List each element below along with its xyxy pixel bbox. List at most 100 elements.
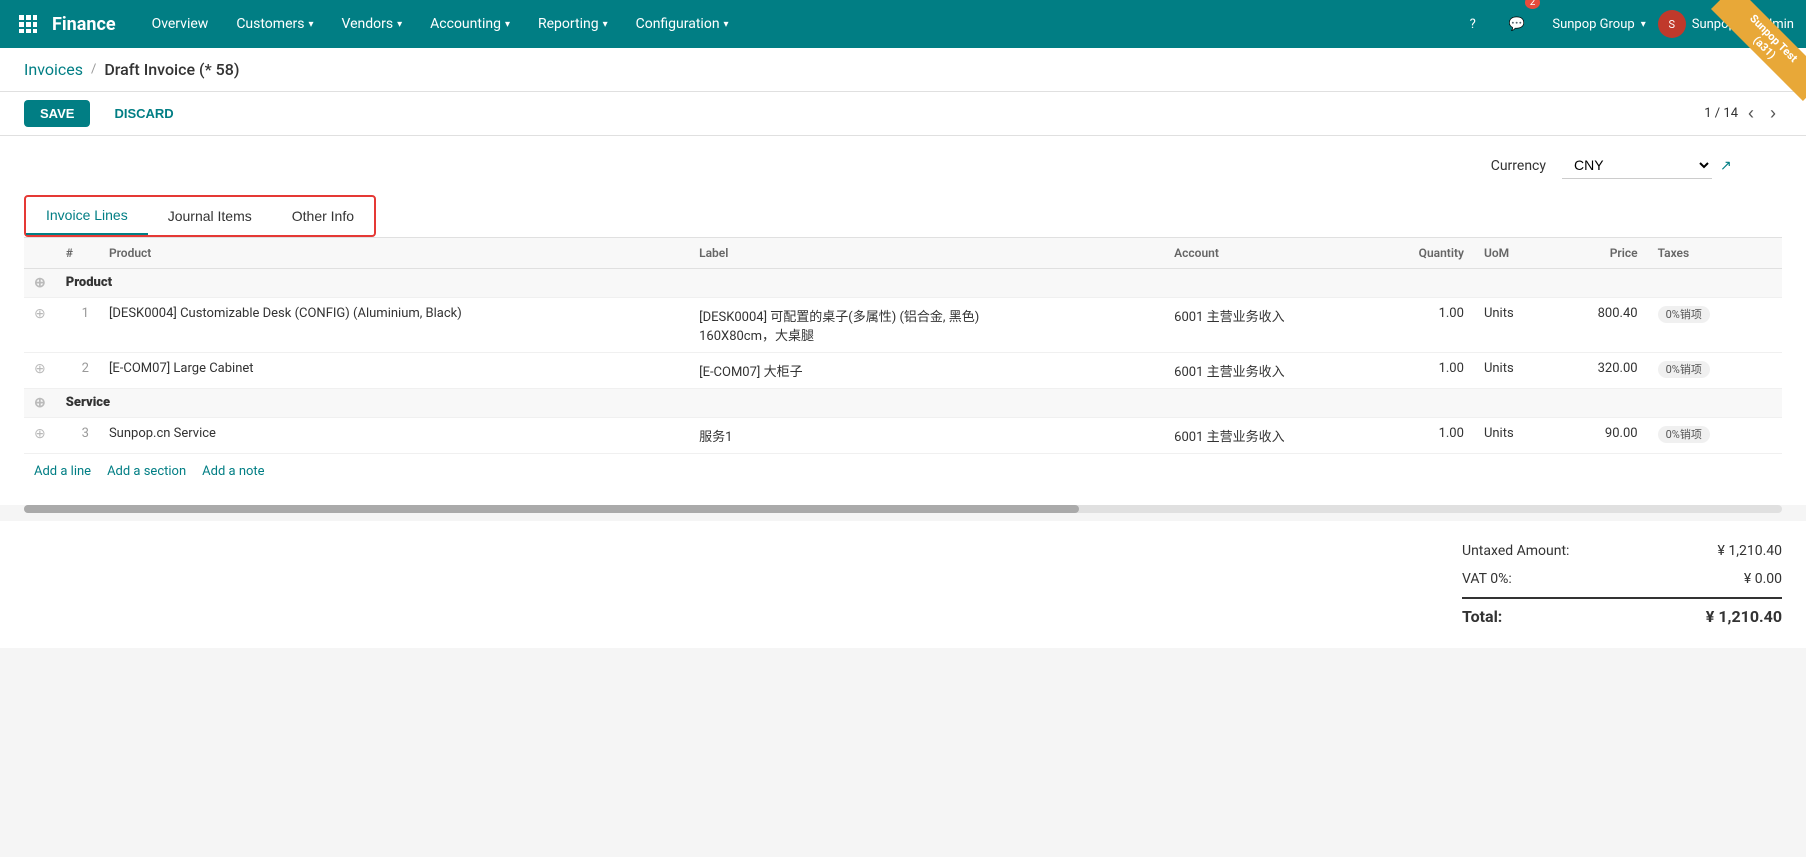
vat-label: VAT 0%:	[1462, 571, 1512, 587]
user-menu[interactable]: S Sunpop.cn Admin	[1658, 10, 1794, 38]
accounting-chevron: ▾	[505, 19, 510, 30]
row-uom[interactable]: Units	[1474, 418, 1553, 454]
messages-icon[interactable]: 💬	[1501, 8, 1533, 40]
col-product: Product	[99, 238, 689, 269]
nav-reporting[interactable]: Reporting ▾	[526, 10, 620, 38]
untaxed-amount-row: Untaxed Amount: ¥ 1,210.40	[1462, 537, 1782, 565]
company-chevron: ▾	[1641, 19, 1646, 30]
table-row: ⊕ 2 [E-COM07] Large Cabinet [E-COM07] 大柜…	[24, 353, 1782, 389]
row-product[interactable]: Sunpop.cn Service	[99, 418, 689, 454]
tab-invoice-lines[interactable]: Invoice Lines	[26, 197, 148, 235]
row-num: 1	[56, 298, 99, 353]
prev-record-button[interactable]: ‹	[1742, 101, 1760, 126]
app-grid-icon[interactable]	[12, 8, 44, 40]
row-num: 2	[56, 353, 99, 389]
breadcrumb-parent[interactable]: Invoices	[24, 60, 83, 79]
row-quantity[interactable]: 1.00	[1371, 353, 1474, 389]
nav-overview[interactable]: Overview	[140, 10, 221, 38]
save-button[interactable]: SAVE	[24, 100, 90, 127]
summary-area: Untaxed Amount: ¥ 1,210.40 VAT 0%: ¥ 0.0…	[0, 521, 1806, 648]
col-price: Price	[1553, 238, 1648, 269]
message-badge: 2	[1525, 0, 1541, 9]
avatar: S	[1658, 10, 1686, 38]
horizontal-scrollbar-thumb[interactable]	[24, 505, 1079, 513]
nav-configuration[interactable]: Configuration ▾	[624, 10, 741, 38]
vat-value: ¥ 0.00	[1744, 571, 1782, 587]
row-price[interactable]: 800.40	[1553, 298, 1648, 353]
main-content: Currency CNY USD EUR ↗ Invoice Lines Jou…	[0, 136, 1806, 505]
drag-handle[interactable]: ⊕	[34, 395, 46, 411]
add-line-link[interactable]: Add a line	[34, 464, 91, 479]
row-uom[interactable]: Units	[1474, 353, 1553, 389]
table-row: ⊕ 3 Sunpop.cn Service 服务1 6001 主营业务收入 1.…	[24, 418, 1782, 454]
drag-handle[interactable]: ⊕	[34, 275, 46, 291]
row-tax: 0%销项	[1648, 298, 1762, 353]
tabs-container: Invoice Lines Journal Items Other Info	[24, 195, 376, 237]
table-row: ⊕ 1 [DESK0004] Customizable Desk (CONFIG…	[24, 298, 1782, 353]
top-right-area: ? 💬 2 Sunpop Group ▾ S Sunpop.cn Admin	[1457, 8, 1794, 40]
nav-vendors[interactable]: Vendors ▾	[330, 10, 415, 38]
breadcrumb: Invoices / Draft Invoice (* 58)	[24, 60, 239, 79]
row-label[interactable]: [DESK0004] 可配置的桌子(多属性) (铝合金, 黑色)160X80cm…	[689, 298, 1164, 353]
total-value: ¥ 1,210.40	[1706, 607, 1782, 626]
drag-handle[interactable]: ⊕	[34, 426, 46, 442]
col-num: #	[56, 238, 99, 269]
help-icon[interactable]: ?	[1457, 8, 1489, 40]
toolbar: SAVE DISCARD 1 / 14 ‹ ›	[0, 92, 1806, 136]
section-service: ⊕ Service	[24, 389, 1782, 418]
row-product[interactable]: [DESK0004] Customizable Desk (CONFIG) (A…	[99, 298, 689, 353]
add-section-link[interactable]: Add a section	[107, 464, 186, 479]
row-label[interactable]: 服务1	[689, 418, 1164, 454]
configuration-chevron: ▾	[724, 19, 729, 30]
currency-dropdown[interactable]: CNY USD EUR	[1562, 152, 1712, 179]
col-taxes: Taxes	[1648, 238, 1762, 269]
row-num: 3	[56, 418, 99, 454]
row-price[interactable]: 320.00	[1553, 353, 1648, 389]
add-note-link[interactable]: Add a note	[202, 464, 264, 479]
row-quantity[interactable]: 1.00	[1371, 418, 1474, 454]
total-row: Total: ¥ 1,210.40	[1462, 597, 1782, 632]
row-label[interactable]: [E-COM07] 大柜子	[689, 353, 1164, 389]
col-account: Account	[1164, 238, 1370, 269]
drag-handle[interactable]: ⊕	[34, 306, 46, 322]
row-account[interactable]: 6001 主营业务收入	[1164, 298, 1370, 353]
row-uom[interactable]: Units	[1474, 298, 1553, 353]
untaxed-value: ¥ 1,210.40	[1718, 543, 1782, 559]
horizontal-scrollbar-track[interactable]	[24, 505, 1782, 513]
reporting-chevron: ▾	[603, 19, 608, 30]
invoice-table-scroll[interactable]: # Product Label Account Quantity UoM Pri…	[24, 237, 1782, 454]
pagination-controls: 1 / 14 ‹ ›	[1704, 101, 1782, 126]
breadcrumb-current: Draft Invoice (* 58)	[104, 60, 239, 79]
total-label: Total:	[1462, 607, 1502, 626]
add-links-area: Add a line Add a section Add a note	[24, 454, 1782, 489]
nav-customers[interactable]: Customers ▾	[224, 10, 325, 38]
breadcrumb-area: Invoices / Draft Invoice (* 58)	[0, 48, 1806, 92]
currency-external-link-icon[interactable]: ↗	[1720, 158, 1732, 174]
col-uom: UoM	[1474, 238, 1553, 269]
summary-table: Untaxed Amount: ¥ 1,210.40 VAT 0%: ¥ 0.0…	[1462, 537, 1782, 632]
customers-chevron: ▾	[308, 19, 313, 30]
currency-row: Currency CNY USD EUR ↗	[24, 152, 1782, 179]
col-label: Label	[689, 238, 1164, 269]
currency-select-area: CNY USD EUR ↗	[1562, 152, 1762, 179]
nav-menu: Overview Customers ▾ Vendors ▾ Accountin…	[140, 10, 1449, 38]
discard-button[interactable]: DISCARD	[98, 100, 189, 127]
row-account[interactable]: 6001 主营业务收入	[1164, 418, 1370, 454]
section-name-service: Service	[56, 389, 1762, 418]
section-product: ⊕ Product	[24, 269, 1782, 298]
col-quantity: Quantity	[1371, 238, 1474, 269]
vat-row: VAT 0%: ¥ 0.00	[1462, 565, 1782, 593]
row-quantity[interactable]: 1.00	[1371, 298, 1474, 353]
row-product[interactable]: [E-COM07] Large Cabinet	[99, 353, 689, 389]
company-selector[interactable]: Sunpop Group ▾	[1552, 17, 1645, 32]
next-record-button[interactable]: ›	[1764, 101, 1782, 126]
drag-handle[interactable]: ⊕	[34, 361, 46, 377]
invoice-lines-table: # Product Label Account Quantity UoM Pri…	[24, 237, 1782, 454]
row-tax: 0%销项	[1648, 418, 1762, 454]
tab-journal-items[interactable]: Journal Items	[148, 197, 272, 235]
row-account[interactable]: 6001 主营业务收入	[1164, 353, 1370, 389]
row-price[interactable]: 90.00	[1553, 418, 1648, 454]
vendors-chevron: ▾	[397, 19, 402, 30]
tab-other-info[interactable]: Other Info	[272, 197, 374, 235]
nav-accounting[interactable]: Accounting ▾	[418, 10, 522, 38]
